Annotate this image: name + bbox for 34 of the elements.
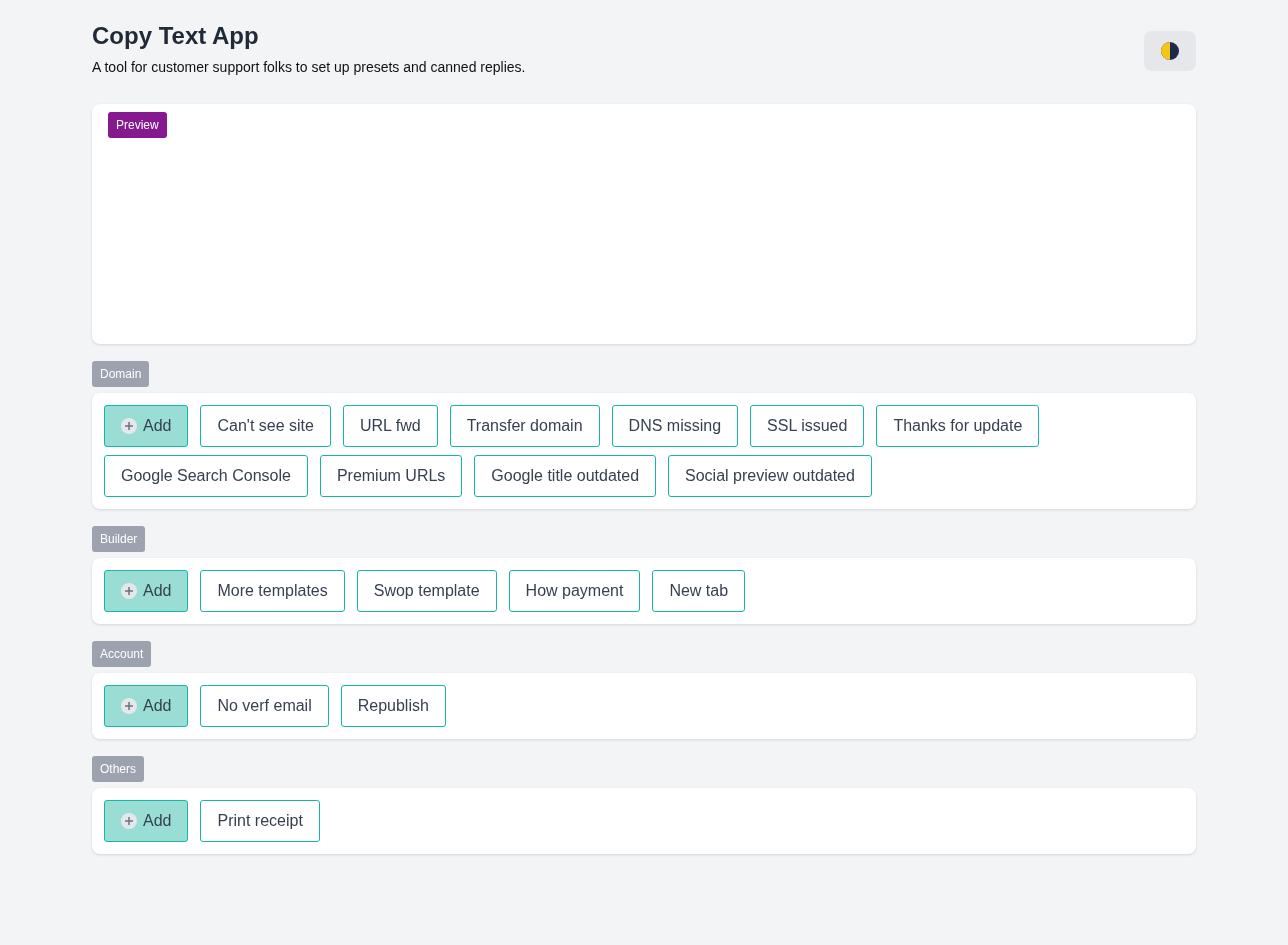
add-button[interactable]: Add <box>104 684 189 727</box>
preview-label: Preview <box>108 111 167 138</box>
preset-button[interactable]: Transfer domain <box>449 404 600 447</box>
preset-button[interactable]: New tab <box>652 569 746 612</box>
half-moon-icon <box>1160 41 1180 61</box>
group-label: Domain <box>92 360 150 387</box>
add-button[interactable]: Add <box>104 569 189 612</box>
preset-button[interactable]: SSL issued <box>750 404 865 447</box>
preset-button[interactable]: More templates <box>200 569 345 612</box>
preset-button[interactable]: Republish <box>340 684 446 727</box>
plus-icon <box>121 582 137 599</box>
group-label: Account <box>92 640 152 667</box>
app-subtitle: A tool for customer support folks to set up presets and canned replies. <box>92 57 526 77</box>
preset-button[interactable]: Can't see site <box>200 404 331 447</box>
app-title: Copy Text App <box>92 22 260 51</box>
plus-icon <box>121 812 137 829</box>
plus-icon <box>121 417 137 434</box>
preset-button[interactable]: Google Search Console <box>104 454 308 497</box>
preset-button[interactable]: Google title outdated <box>474 454 657 497</box>
preset-button[interactable]: DNS missing <box>611 404 739 447</box>
group-label: Builder <box>92 525 146 552</box>
preset-button[interactable]: How payment <box>508 569 641 612</box>
plus-icon <box>121 697 137 714</box>
preset-button[interactable]: No verf email <box>200 684 329 727</box>
add-button[interactable]: Add <box>104 799 189 842</box>
preset-button[interactable]: Swop template <box>356 569 497 612</box>
group-label: Others <box>92 755 144 782</box>
preset-button[interactable]: URL fwd <box>342 404 438 447</box>
preset-button[interactable]: Social preview outdated <box>668 454 872 497</box>
preset-button[interactable]: Thanks for update <box>876 404 1040 447</box>
preset-button[interactable]: Premium URLs <box>319 454 463 497</box>
preset-button[interactable]: Print receipt <box>200 799 320 842</box>
add-button[interactable]: Add <box>104 404 189 447</box>
theme-toggle-button[interactable] <box>1144 31 1196 71</box>
